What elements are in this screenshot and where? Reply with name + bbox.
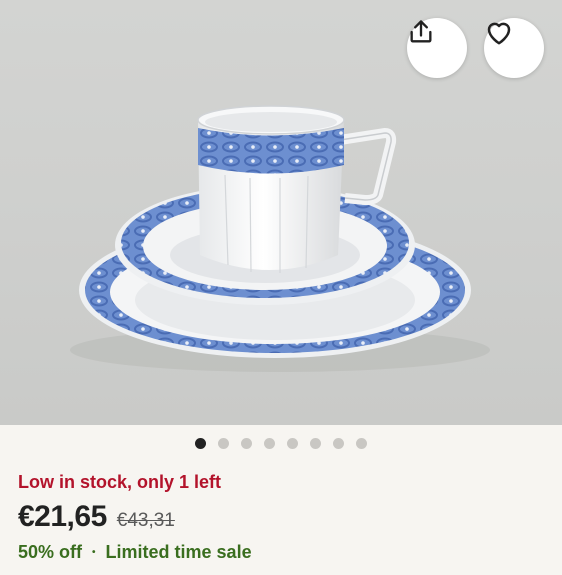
original-price: €43,31 bbox=[116, 510, 175, 531]
price-row: €21,65 €43,31 bbox=[18, 500, 175, 534]
sale-label: Limited time sale bbox=[105, 542, 252, 562]
carousel-dot-8[interactable] bbox=[356, 438, 367, 449]
carousel-dot-7[interactable] bbox=[333, 438, 344, 449]
share-button[interactable] bbox=[407, 18, 467, 78]
carousel-dot-2[interactable] bbox=[218, 438, 229, 449]
carousel-dot-1[interactable] bbox=[195, 438, 206, 449]
carousel-dot-5[interactable] bbox=[287, 438, 298, 449]
porcelain-set-illustration bbox=[70, 105, 490, 372]
carousel-dot-6[interactable] bbox=[310, 438, 321, 449]
carousel-indicator bbox=[0, 438, 562, 452]
separator-dot: • bbox=[92, 547, 96, 558]
current-price: €21,65 bbox=[18, 500, 107, 533]
carousel-dot-4[interactable] bbox=[264, 438, 275, 449]
favorite-button[interactable] bbox=[484, 18, 544, 78]
stock-notice: Low in stock, only 1 left bbox=[18, 472, 222, 492]
discount-label: 50% off bbox=[18, 542, 83, 562]
product-image[interactable] bbox=[0, 0, 562, 425]
carousel-dot-3[interactable] bbox=[241, 438, 252, 449]
sale-info: 50% off • Limited time sale bbox=[18, 542, 252, 563]
